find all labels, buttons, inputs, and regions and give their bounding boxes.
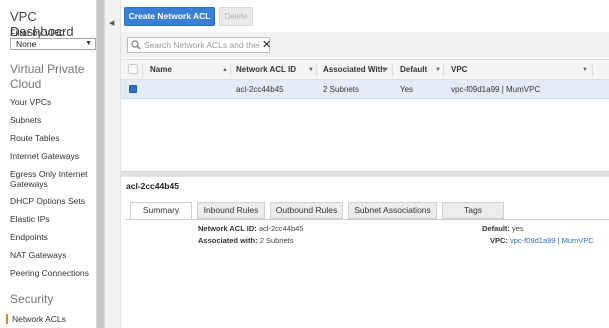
select-all-checkbox[interactable] xyxy=(128,64,138,74)
details-title: acl-2cc44b45 xyxy=(126,181,179,191)
sidebar-item-subnets[interactable]: Subnets xyxy=(10,115,41,125)
sidebar-item-egress-only-gateways[interactable]: Egress Only Internet Gateways xyxy=(10,169,96,189)
main-panel: Create Network ACL Delete Search Network… xyxy=(121,0,609,328)
vpc-link[interactable]: vpc-f09d1a99 | MumVPC xyxy=(510,236,594,245)
tabs-underline xyxy=(126,219,609,220)
vpc-filter-select[interactable]: None ▼ xyxy=(10,38,96,50)
column-divider[interactable] xyxy=(443,63,444,77)
sidebar-collapse-strip[interactable] xyxy=(105,0,121,328)
sidebar-item-nat-gateways[interactable]: NAT Gateways xyxy=(10,250,66,260)
table-header: Name ▲ Network ACL ID ▼ Associated With … xyxy=(121,59,609,80)
sidebar-item-peering-connections[interactable]: Peering Connections xyxy=(10,268,89,278)
acl-id-label: Network ACL ID: xyxy=(198,224,257,233)
sort-icon[interactable]: ▼ xyxy=(582,60,588,80)
sidebar-item-endpoints[interactable]: Endpoints xyxy=(10,232,48,242)
default-label: Default: xyxy=(482,224,510,233)
vpc-filter-value: None xyxy=(16,39,37,49)
column-header-vpc[interactable]: VPC xyxy=(451,60,467,80)
field-acl-id: Network ACL ID: acl-2cc44b45 xyxy=(198,224,303,234)
vpc-label: VPC: xyxy=(490,236,508,245)
sidebar-scrollbar-thumb[interactable] xyxy=(97,0,104,328)
associated-with-value: 2 Subnets xyxy=(259,236,294,245)
acl-id-value: acl-2cc44b45 xyxy=(258,224,304,233)
pane-splitter[interactable] xyxy=(121,171,609,177)
tab-summary[interactable]: Summary xyxy=(130,202,192,220)
cell-vpc: vpc-f09d1a99 | MumVPC xyxy=(451,85,541,94)
field-associated-with: Associated with: 2 Subnets xyxy=(198,236,293,246)
sidebar-item-internet-gateways[interactable]: Internet Gateways xyxy=(10,151,79,161)
associated-with-label: Associated with: xyxy=(198,236,258,245)
sidebar-item-network-acls[interactable]: Network ACLs xyxy=(6,314,66,324)
sort-icon[interactable]: ▼ xyxy=(435,60,441,80)
clear-search-icon[interactable]: ✕ xyxy=(262,38,271,51)
column-divider[interactable] xyxy=(316,63,317,77)
field-vpc: VPC: vpc-f09d1a99 | MumVPC xyxy=(490,236,594,246)
column-header-name[interactable]: Name xyxy=(150,60,172,80)
sidebar-item-route-tables[interactable]: Route Tables xyxy=(10,133,59,143)
search-icon xyxy=(131,40,141,52)
table-empty-area xyxy=(121,100,609,170)
sort-asc-icon[interactable]: ▲ xyxy=(222,60,228,80)
table-row[interactable]: acl-2cc44b45 2 Subnets Yes vpc-f09d1a99 … xyxy=(121,80,609,99)
caret-down-icon: ▼ xyxy=(85,40,92,47)
sort-icon[interactable]: ▼ xyxy=(308,60,314,80)
delete-button: Delete xyxy=(219,7,253,26)
cell-default: Yes xyxy=(400,85,414,94)
sidebar: VPC Dashboard Filter by VPC: None ▼ Virt… xyxy=(0,0,98,328)
sort-icon[interactable]: ▼ xyxy=(383,60,389,80)
column-divider[interactable] xyxy=(392,63,393,77)
column-divider xyxy=(142,63,143,77)
tab-subnet-associations[interactable]: Subnet Associations xyxy=(348,202,437,219)
tab-outbound-rules[interactable]: Outbound Rules xyxy=(270,202,343,219)
tab-inbound-rules[interactable]: Inbound Rules xyxy=(197,202,265,219)
create-network-acl-button[interactable]: Create Network ACL xyxy=(124,7,215,26)
search-placeholder: Search Network ACLs and their p xyxy=(144,40,260,50)
collapse-left-icon[interactable]: ◀ xyxy=(109,19,114,27)
column-divider[interactable] xyxy=(592,63,593,77)
cell-acl-id: acl-2cc44b45 xyxy=(236,85,284,94)
column-header-associated-with[interactable]: Associated With xyxy=(323,60,385,80)
search-input[interactable]: Search Network ACLs and their p ✕ xyxy=(127,37,271,53)
sidebar-item-elastic-ips[interactable]: Elastic IPs xyxy=(10,214,50,224)
sidebar-item-your-vpcs[interactable]: Your VPCs xyxy=(10,97,51,107)
vpc-filter-label: Filter by VPC: xyxy=(10,28,66,38)
row-checkbox[interactable] xyxy=(129,85,137,93)
cell-associated-with: 2 Subnets xyxy=(323,85,360,94)
column-header-default[interactable]: Default xyxy=(400,60,427,80)
section-heading-security: Security xyxy=(10,292,54,306)
column-divider[interactable] xyxy=(230,63,231,77)
default-value: yes xyxy=(512,224,524,233)
section-heading-vpc: Virtual Private Cloud xyxy=(10,62,85,91)
tab-tags[interactable]: Tags xyxy=(442,202,504,219)
sidebar-item-dhcp-options[interactable]: DHCP Options Sets xyxy=(10,196,85,206)
column-header-acl-id[interactable]: Network ACL ID xyxy=(236,60,296,80)
field-default: Default: yes xyxy=(482,224,524,234)
